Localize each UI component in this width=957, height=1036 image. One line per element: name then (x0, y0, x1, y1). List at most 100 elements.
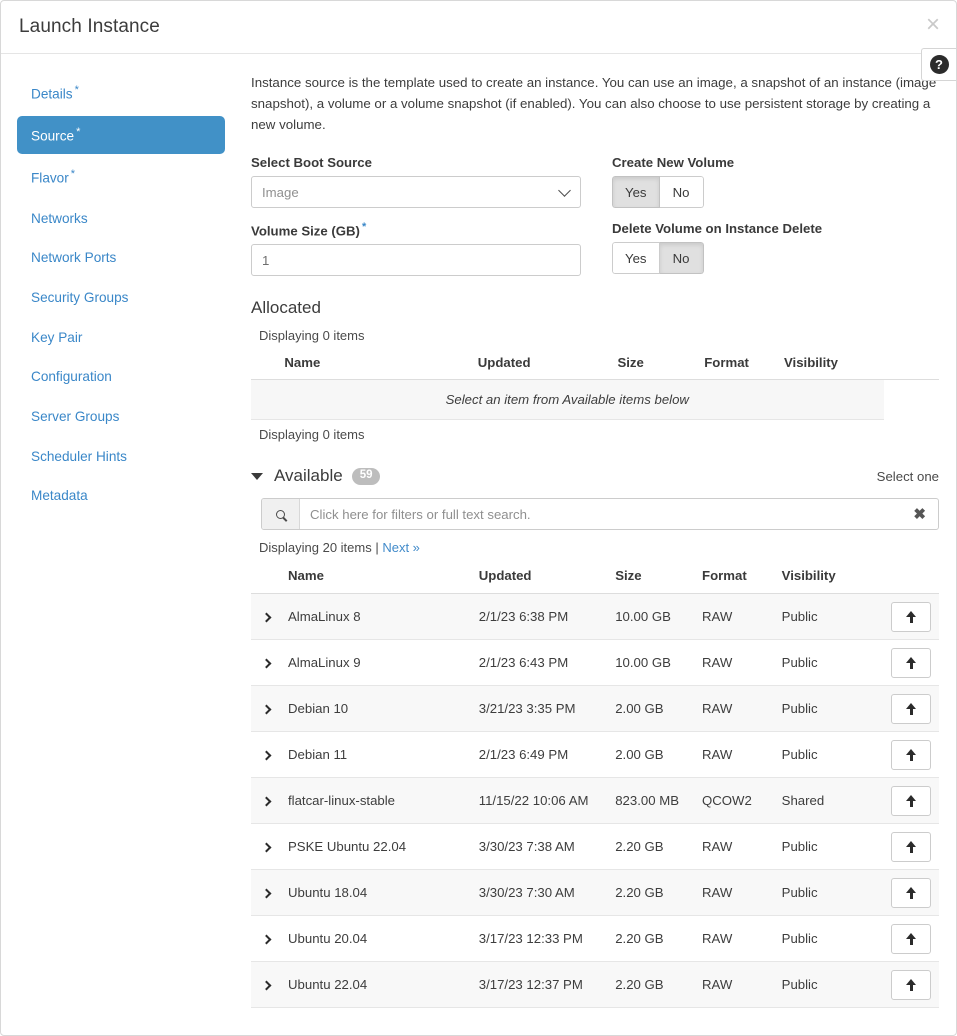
cell-updated: 3/30/23 7:38 AM (470, 823, 608, 871)
column-header-size: Size (607, 561, 695, 595)
column-header-updated: Updated (469, 349, 610, 381)
cell-format: RAW (694, 593, 774, 641)
table-row[interactable]: Debian 10 3/21/23 3:35 PM 2.00 GB RAW Public (251, 685, 939, 733)
chevron-down-icon (558, 184, 571, 197)
sidebar-item-server-groups[interactable]: Server Groups (17, 399, 225, 435)
create-new-volume-group: Create New Volume Yes No (612, 155, 939, 208)
cell-visibility: Public (773, 915, 880, 963)
arrow-up-icon (905, 932, 917, 945)
create-new-volume-toggle[interactable]: Yes No (612, 176, 704, 208)
chevron-right-icon[interactable] (261, 612, 272, 623)
boot-source-select[interactable]: Image (251, 176, 581, 208)
allocate-button[interactable] (891, 831, 931, 862)
table-row[interactable]: AlmaLinux 8 2/1/23 6:38 PM 10.00 GB RAW Publ… (251, 593, 939, 641)
sidebar-item-networks[interactable]: Networks (17, 201, 225, 237)
cell-updated: 3/21/23 3:35 PM (470, 685, 608, 733)
create-new-volume-no[interactable]: No (659, 176, 704, 208)
allocate-button[interactable] (891, 647, 931, 678)
cell-updated: 11/15/22 10:06 AM (470, 777, 608, 825)
expand-cell[interactable] (251, 777, 280, 825)
sidebar-item-network-ports[interactable]: Network Ports (17, 240, 225, 276)
chevron-right-icon[interactable] (261, 842, 272, 853)
source-description: Instance source is the template used to … (251, 75, 937, 132)
search-icon[interactable] (262, 499, 300, 530)
table-row[interactable]: Ubuntu 22.04 3/17/23 12:37 PM 2.20 GB RAW Pu… (251, 961, 939, 1009)
sidebar-item-details[interactable]: Details * (17, 74, 225, 112)
table-row[interactable]: Ubuntu 18.04 3/30/23 7:30 AM 2.20 GB RAW Pub… (251, 869, 939, 917)
table-row[interactable]: PSKE Ubuntu 22.04 3/30/23 7:38 AM 2.20 GB R… (251, 823, 939, 871)
clear-search-icon[interactable]: ✖ (901, 505, 938, 523)
expand-cell[interactable] (251, 639, 280, 687)
next-page-link[interactable]: Next » (382, 540, 420, 555)
expand-cell[interactable] (251, 685, 280, 733)
action-cell (879, 593, 939, 641)
column-header-name: Name (276, 349, 470, 381)
expand-cell[interactable] (251, 823, 280, 871)
close-icon[interactable]: × (926, 13, 940, 37)
column-header-visibility: Visibility (773, 561, 880, 595)
chevron-right-icon[interactable] (261, 980, 272, 991)
action-cell (879, 777, 939, 825)
sidebar-item-label: Scheduler Hints (31, 448, 127, 464)
allocate-button[interactable] (891, 739, 931, 770)
expand-cell[interactable] (251, 961, 280, 1009)
sidebar-item-configuration[interactable]: Configuration (17, 359, 225, 395)
expand-cell[interactable] (251, 593, 280, 641)
delete-volume-toggle[interactable]: Yes No (612, 242, 704, 274)
table-row[interactable]: Ubuntu 20.04 3/17/23 12:33 PM 2.20 GB RAW Pu… (251, 915, 939, 963)
expand-cell[interactable] (251, 869, 280, 917)
action-cell (879, 915, 939, 963)
create-new-volume-yes[interactable]: Yes (612, 176, 660, 208)
chevron-right-icon[interactable] (261, 888, 272, 899)
boot-source-label: Select Boot Source (251, 155, 372, 170)
cell-format: RAW (694, 685, 774, 733)
sidebar-item-security-groups[interactable]: Security Groups (17, 280, 225, 316)
table-row[interactable]: Debian 11 2/1/23 6:49 PM 2.00 GB RAW Public (251, 731, 939, 779)
delete-volume-no[interactable]: No (659, 242, 704, 274)
chevron-right-icon[interactable] (261, 658, 272, 669)
sidebar-item-key-pair[interactable]: Key Pair (17, 320, 225, 356)
cell-visibility: Public (773, 869, 880, 917)
allocate-button[interactable] (891, 785, 931, 816)
expand-cell[interactable] (251, 731, 280, 779)
chevron-down-icon[interactable] (251, 472, 263, 480)
allocated-count-bottom: Displaying 0 items (259, 427, 365, 443)
column-header-visibility: Visibility (775, 349, 884, 381)
launch-instance-modal: Launch Instance × ? Details * Source * Flavo… (0, 0, 957, 1036)
sidebar-item-source[interactable]: Source * (17, 116, 225, 155)
available-header-row: Name Updated Size Format Visibility (251, 561, 939, 595)
page-title: Launch Instance (19, 16, 160, 37)
table-row[interactable]: AlmaLinux 9 2/1/23 6:43 PM 10.00 GB RAW Publ… (251, 639, 939, 687)
chevron-right-icon[interactable] (261, 704, 272, 715)
boot-source-value: Image (262, 184, 299, 200)
allocate-button[interactable] (891, 969, 931, 1000)
expand-cell[interactable] (251, 915, 280, 963)
chevron-right-icon[interactable] (261, 934, 272, 945)
cell-visibility: Public (773, 685, 880, 733)
allocated-title: Allocated (251, 298, 321, 318)
chevron-right-icon[interactable] (261, 796, 272, 807)
volume-size-input-wrap[interactable]: 1 (251, 244, 581, 277)
available-title: Available (274, 466, 343, 486)
action-cell (879, 685, 939, 733)
delete-volume-yes[interactable]: Yes (612, 242, 660, 274)
allocate-button[interactable] (891, 877, 931, 908)
sidebar-item-metadata[interactable]: Metadata (17, 478, 225, 514)
allocate-button[interactable] (891, 601, 931, 632)
cell-name: flatcar-linux-stable (280, 777, 471, 825)
allocated-table: Name Updated Size Format Visibility Select a… (251, 349, 939, 421)
help-button[interactable]: ? (921, 48, 956, 81)
allocate-button[interactable] (891, 923, 931, 954)
filter-search-bar[interactable]: ✖ (261, 498, 939, 531)
allocate-button[interactable] (891, 693, 931, 724)
chevron-right-icon[interactable] (261, 750, 272, 761)
available-count-text: Displaying 20 items | (259, 540, 379, 556)
search-input[interactable] (300, 499, 902, 530)
delete-volume-label: Delete Volume on Instance Delete (612, 221, 823, 236)
cell-updated: 2/1/23 6:38 PM (470, 593, 608, 641)
sidebar-item-scheduler-hints[interactable]: Scheduler Hints (17, 439, 225, 475)
main-panel: Instance source is the template used to … (241, 54, 956, 1035)
cell-size: 2.20 GB (607, 915, 695, 963)
sidebar-item-flavor[interactable]: Flavor * (17, 158, 225, 196)
table-row[interactable]: flatcar-linux-stable 11/15/22 10:06 AM 823… (251, 777, 939, 825)
